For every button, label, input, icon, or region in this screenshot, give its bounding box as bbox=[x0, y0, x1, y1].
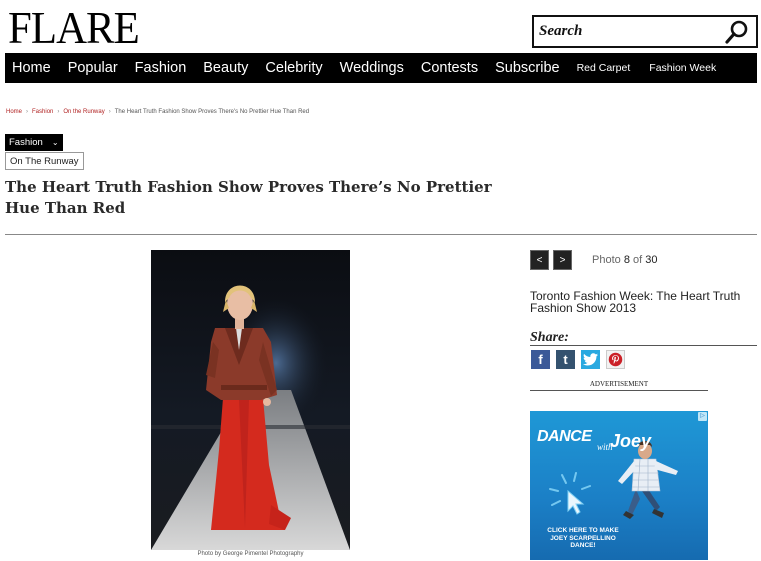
article-title: The Heart Truth Fashion Show Proves Ther… bbox=[5, 178, 492, 217]
divider bbox=[5, 234, 757, 235]
flare-logo[interactable]: FLARE bbox=[8, 5, 140, 51]
breadcrumb-fashion[interactable]: Fashion bbox=[32, 109, 53, 115]
subcategory-tag[interactable]: On The Runway bbox=[5, 152, 84, 170]
breadcrumb-current: The Heart Truth Fashion Show Proves Ther… bbox=[114, 109, 310, 115]
ad-joey-text: Joey bbox=[610, 431, 652, 451]
runway-photo[interactable] bbox=[151, 250, 350, 550]
photo-caption: Photo by George Pimentel Photography bbox=[197, 551, 304, 557]
pinterest-glyph-icon bbox=[608, 352, 623, 367]
advertisement-banner[interactable]: ▷ DANCE with Joey CLICK HERE TO MAKE JOE… bbox=[530, 411, 708, 560]
ad-dance-text: DANCE bbox=[537, 428, 592, 445]
search-box[interactable] bbox=[532, 15, 758, 48]
photo-counter: Photo 8 of 30 bbox=[592, 254, 658, 266]
ad-call-to-action[interactable]: CLICK HERE TO MAKE JOEY SCARPELLINO DANC… bbox=[538, 527, 628, 550]
breadcrumb-separator: › bbox=[26, 109, 29, 115]
breadcrumb: Home › Fashion › On the Runway › The Heart Tru… bbox=[6, 109, 309, 115]
breadcrumb-home[interactable]: Home bbox=[6, 109, 22, 115]
nav-subscribe[interactable]: Subscribe bbox=[495, 60, 559, 76]
nav-red-carpet[interactable]: Red Carpet bbox=[577, 62, 631, 74]
pinterest-icon[interactable] bbox=[606, 350, 625, 369]
nav-contests[interactable]: Contests bbox=[421, 60, 478, 76]
adchoices-icon[interactable]: ▷ bbox=[698, 412, 707, 421]
photo-total-number: 30 bbox=[645, 254, 658, 266]
nav-weddings[interactable]: Weddings bbox=[340, 60, 404, 76]
category-dropdown[interactable]: Fashion ⌄ bbox=[5, 134, 63, 151]
next-photo-button[interactable]: > bbox=[553, 250, 572, 270]
photo-counter-of: of bbox=[633, 254, 643, 266]
photo-current-number: 8 bbox=[623, 254, 630, 266]
share-divider bbox=[530, 345, 757, 346]
facebook-icon[interactable]: f bbox=[531, 350, 550, 369]
category-dropdown-label: Fashion bbox=[9, 137, 43, 148]
breadcrumb-separator: › bbox=[57, 109, 60, 115]
twitter-icon[interactable] bbox=[581, 350, 600, 369]
share-icons: f t bbox=[531, 350, 631, 369]
nav-beauty[interactable]: Beauty bbox=[203, 60, 248, 76]
breadcrumb-on-the-runway[interactable]: On the Runway bbox=[63, 109, 104, 115]
chevron-down-icon: ⌄ bbox=[51, 138, 59, 147]
gallery-title[interactable]: Toronto Fashion Week: The Heart Truth Fa… bbox=[530, 290, 755, 314]
gallery-pager: < > Photo 8 of 30 bbox=[530, 250, 658, 270]
share-label: Share: bbox=[530, 330, 569, 345]
photo-counter-label: Photo bbox=[592, 254, 621, 266]
nav-fashion[interactable]: Fashion bbox=[135, 60, 187, 76]
nav-popular[interactable]: Popular bbox=[68, 60, 118, 76]
search-icon[interactable] bbox=[724, 19, 750, 45]
nav-fashion-week[interactable]: Fashion Week bbox=[649, 62, 716, 74]
previous-photo-button[interactable]: < bbox=[530, 250, 549, 270]
nav-home[interactable]: Home bbox=[12, 60, 51, 76]
breadcrumb-separator: › bbox=[108, 109, 111, 115]
nav-celebrity[interactable]: Celebrity bbox=[265, 60, 322, 76]
twitter-bird-icon bbox=[583, 353, 598, 366]
search-input[interactable] bbox=[539, 23, 709, 40]
main-navigation: Home Popular Fashion Beauty Celebrity We… bbox=[5, 53, 757, 83]
advertisement-label: ADVERTISEMENT bbox=[530, 380, 708, 391]
tumblr-icon[interactable]: t bbox=[556, 350, 575, 369]
